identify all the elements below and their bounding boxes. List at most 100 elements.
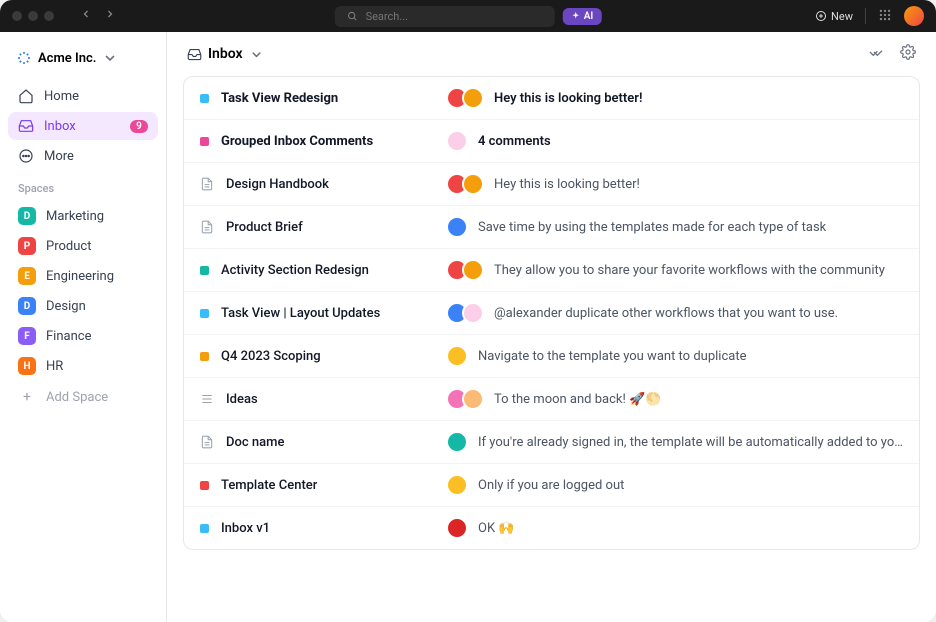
nav-inbox[interactable]: Inbox 9 — [8, 112, 158, 140]
space-item-marketing[interactable]: DMarketing — [8, 201, 158, 231]
inbox-icon — [187, 47, 202, 62]
inbox-row[interactable]: IdeasTo the moon and back! 🚀🌕 — [184, 378, 919, 421]
avatar-stack — [446, 474, 468, 496]
avatar-stack — [446, 259, 484, 281]
row-message: @alexander duplicate other workflows tha… — [494, 306, 838, 321]
space-item-product[interactable]: PProduct — [8, 231, 158, 261]
traffic-minimize[interactable] — [28, 11, 38, 21]
inbox-row[interactable]: Grouped Inbox Comments4 comments — [184, 120, 919, 163]
avatar-stack — [446, 87, 484, 109]
space-name: HR — [46, 359, 63, 374]
ai-label: AI — [584, 11, 594, 22]
space-badge: H — [18, 357, 36, 375]
space-item-design[interactable]: D Design — [8, 291, 158, 321]
inbox-row[interactable]: Template CenterOnly if you are logged ou… — [184, 464, 919, 507]
avatar-stack — [446, 173, 484, 195]
avatar-stack — [446, 388, 484, 410]
avatar-stack — [446, 302, 484, 324]
inbox-row[interactable]: Design Handbook Hey this is looking bette… — [184, 163, 919, 206]
row-title: Q4 2023 Scoping — [221, 349, 321, 364]
inbox-list: Task View Redesign Hey this is looking be… — [183, 76, 920, 550]
apps-icon[interactable] — [878, 7, 892, 26]
chevron-down-icon — [249, 47, 264, 62]
row-message: Navigate to the template you want to dup… — [478, 349, 746, 364]
nav-inbox-label: Inbox — [44, 119, 76, 134]
plus-circle-icon — [815, 10, 827, 22]
forward-button[interactable] — [100, 6, 120, 26]
mark-read-button[interactable] — [868, 44, 884, 64]
avatar — [462, 388, 484, 410]
settings-button[interactable] — [900, 44, 916, 64]
ai-button[interactable]: AI — [563, 8, 602, 25]
avatar-stack — [446, 345, 468, 367]
inbox-row[interactable]: Q4 2023 Scoping Navigate to the template … — [184, 335, 919, 378]
workspace-switcher[interactable]: Acme Inc. — [8, 44, 158, 72]
space-item-engineering[interactable]: E Engineering — [8, 261, 158, 291]
body: Acme Inc. Home Inbox 9 More Spaces DMark… — [0, 32, 936, 622]
row-message: Save time by using the templates made fo… — [478, 220, 826, 235]
user-avatar[interactable] — [904, 6, 924, 26]
avatar — [462, 173, 484, 195]
row-title: Inbox v1 — [221, 521, 270, 536]
space-badge: D — [18, 297, 36, 315]
workspace-icon — [16, 50, 32, 66]
search-input[interactable] — [366, 10, 543, 23]
back-button[interactable] — [76, 6, 96, 26]
row-title: Grouped Inbox Comments — [221, 134, 373, 149]
chevron-down-icon — [102, 50, 118, 66]
row-title: Design Handbook — [226, 177, 329, 192]
row-title: Task View | Layout Updates — [221, 306, 380, 321]
new-button[interactable]: New — [815, 10, 853, 23]
row-title: Doc name — [226, 435, 284, 450]
app-window: AI New Acme Inc. Home — [0, 0, 936, 622]
status-dot — [200, 524, 209, 533]
inbox-row[interactable]: Task View | Layout Updates @alexander dup… — [184, 292, 919, 335]
row-title: Task View Redesign — [221, 91, 338, 106]
search-area: AI — [335, 6, 602, 27]
main-title: Inbox — [208, 46, 243, 62]
space-name: Engineering — [46, 269, 114, 284]
status-dot — [200, 481, 209, 490]
row-message: They allow you to share your favorite wo… — [494, 263, 885, 278]
document-icon — [200, 220, 214, 234]
nav-home[interactable]: Home — [8, 82, 158, 110]
space-badge: E — [18, 267, 36, 285]
traffic-maximize[interactable] — [44, 11, 54, 21]
avatar — [462, 87, 484, 109]
space-name: Design — [46, 299, 86, 314]
avatar — [446, 345, 468, 367]
main-header: Inbox — [167, 32, 936, 76]
row-message: OK 🙌 — [478, 521, 515, 536]
inbox-row[interactable]: Task View RedesignHey this is looking be… — [184, 77, 919, 120]
row-title: Activity Section Redesign — [221, 263, 369, 278]
row-message: Hey this is looking better! — [494, 177, 640, 192]
avatar-stack — [446, 130, 468, 152]
status-dot — [200, 137, 209, 146]
inbox-row[interactable]: Activity Section Redesign They allow you … — [184, 249, 919, 292]
traffic-lights — [12, 11, 54, 21]
space-item-finance[interactable]: FFinance — [8, 321, 158, 351]
status-dot — [200, 352, 209, 361]
inbox-badge: 9 — [130, 120, 148, 133]
add-space-button[interactable]: + Add Space — [8, 383, 158, 411]
inbox-row[interactable]: Doc name If you're already signed in, the… — [184, 421, 919, 464]
search-box[interactable] — [335, 6, 555, 27]
row-message: If you're already signed in, the templat… — [478, 435, 903, 450]
sidebar: Acme Inc. Home Inbox 9 More Spaces DMark… — [0, 32, 167, 622]
avatar — [446, 474, 468, 496]
inbox-row[interactable]: Product Brief Save time by using the temp… — [184, 206, 919, 249]
nav-more[interactable]: More — [8, 142, 158, 170]
avatar — [446, 431, 468, 453]
status-dot — [200, 94, 209, 103]
traffic-close[interactable] — [12, 11, 22, 21]
list-icon — [200, 392, 214, 406]
new-label: New — [831, 10, 853, 23]
sparkle-icon — [571, 11, 581, 21]
row-title: Product Brief — [226, 220, 303, 235]
space-item-hr[interactable]: H HR — [8, 351, 158, 381]
inbox-dropdown[interactable]: Inbox — [187, 46, 264, 62]
space-name: Marketing — [46, 209, 104, 224]
status-dot — [200, 266, 209, 275]
inbox-row[interactable]: Inbox v1 OK 🙌 — [184, 507, 919, 549]
space-badge: P — [18, 237, 36, 255]
